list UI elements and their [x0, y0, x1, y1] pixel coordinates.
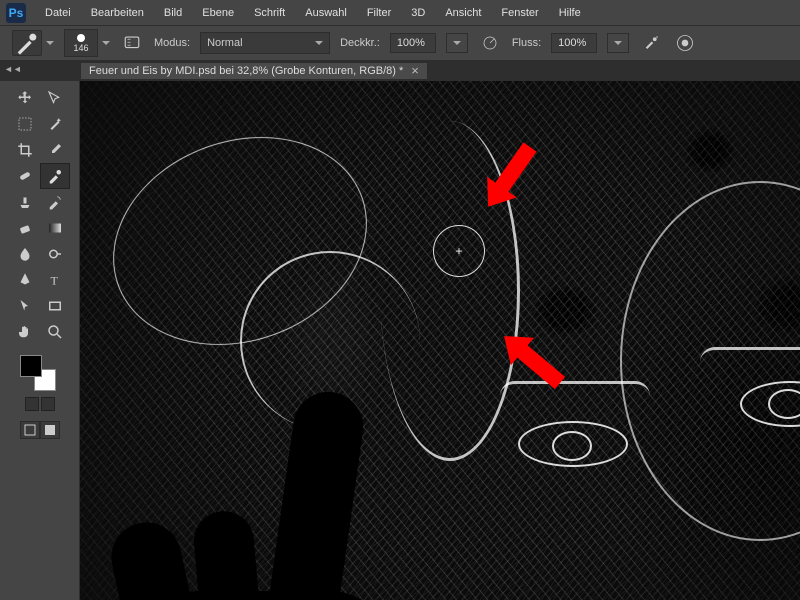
chevron-down-icon [453, 41, 461, 45]
chevron-down-icon[interactable] [102, 41, 110, 45]
blend-mode-dropdown[interactable]: Normal [200, 32, 330, 54]
document-tab-title: Feuer und Eis by MDI.psd bei 32,8% (Grob… [89, 65, 403, 77]
menu-auswahl[interactable]: Auswahl [296, 4, 356, 22]
opacity-field[interactable]: 100% [390, 33, 436, 53]
menu-datei[interactable]: Datei [36, 4, 80, 22]
svg-text:T: T [50, 274, 58, 288]
flow-value: 100% [558, 37, 586, 49]
crop-tool[interactable] [10, 137, 40, 163]
swap-colors-icon[interactable] [41, 397, 55, 411]
history-brush-tool[interactable] [40, 189, 70, 215]
brow-right [700, 347, 800, 377]
menu-ebene[interactable]: Ebene [193, 4, 243, 22]
hand-tool[interactable] [10, 319, 40, 345]
healing-brush-tool[interactable] [10, 163, 40, 189]
document-tab-bar: ◄◄ Feuer und Eis by MDI.psd bei 32,8% (G… [0, 61, 800, 81]
menu-fenster[interactable]: Fenster [492, 4, 547, 22]
chevron-down-icon [614, 41, 622, 45]
menu-ansicht[interactable]: Ansicht [436, 4, 490, 22]
eyedropper-tool[interactable] [40, 137, 70, 163]
move-tool[interactable] [10, 85, 40, 111]
screenmode-icon[interactable] [40, 421, 60, 439]
quickmask-icon[interactable] [20, 421, 40, 439]
chevron-down-icon [315, 41, 323, 45]
opacity-label: Deckkr.: [340, 37, 380, 49]
brush-size-value: 146 [73, 43, 88, 53]
blur-tool[interactable] [10, 241, 40, 267]
color-swatches[interactable] [18, 353, 62, 393]
pressure-opacity-icon[interactable] [478, 31, 502, 55]
path-selection-tool[interactable] [10, 293, 40, 319]
app-logo: Ps [6, 3, 26, 23]
eraser-tool[interactable] [10, 215, 40, 241]
menu-filter[interactable]: Filter [358, 4, 400, 22]
artboard-tool[interactable] [40, 85, 70, 111]
default-colors-icon[interactable] [25, 397, 39, 411]
brush-size-picker[interactable]: 146 [64, 29, 98, 57]
tools-panel: T [0, 81, 80, 600]
magic-wand-tool[interactable] [40, 111, 70, 137]
opacity-value: 100% [397, 37, 425, 49]
dodge-tool[interactable] [40, 241, 70, 267]
document-canvas[interactable] [80, 81, 800, 600]
opacity-dropdown-button[interactable] [446, 33, 468, 53]
iris-left [552, 431, 592, 461]
zoom-tool[interactable] [40, 319, 70, 345]
chevron-down-icon[interactable] [46, 41, 54, 45]
close-tab-button[interactable]: × [411, 66, 419, 76]
clone-stamp-tool[interactable] [10, 189, 40, 215]
type-tool[interactable]: T [40, 267, 70, 293]
pen-tool[interactable] [10, 267, 40, 293]
document-tab[interactable]: Feuer und Eis by MDI.psd bei 32,8% (Grob… [80, 62, 428, 80]
airbrush-icon[interactable] [639, 31, 663, 55]
menu-hilfe[interactable]: Hilfe [550, 4, 590, 22]
current-tool-preset[interactable] [12, 30, 42, 56]
brow-left [500, 381, 650, 411]
marquee-tool[interactable] [10, 111, 40, 137]
menu-3d[interactable]: 3D [402, 4, 434, 22]
collapse-panel-icon[interactable]: ◄◄ [4, 64, 22, 74]
brush-tool[interactable] [40, 163, 70, 189]
flow-dropdown-button[interactable] [607, 33, 629, 53]
menu-bild[interactable]: Bild [155, 4, 191, 22]
pressure-size-icon[interactable] [673, 31, 697, 55]
menubar: Ps Datei Bearbeiten Bild Ebene Schrift A… [0, 0, 800, 25]
gradient-tool[interactable] [40, 215, 70, 241]
options-bar: 146 Modus: Normal Deckkr.: 100% Fluss: 1… [0, 25, 800, 61]
foreground-color-swatch[interactable] [20, 355, 42, 377]
blend-mode-value: Normal [207, 37, 242, 49]
flow-label: Fluss: [512, 37, 541, 49]
iris-right [768, 389, 800, 419]
modus-label: Modus: [154, 37, 190, 49]
brush-panel-toggle-icon[interactable] [120, 31, 144, 55]
rectangle-tool[interactable] [40, 293, 70, 319]
menu-schrift[interactable]: Schrift [245, 4, 294, 22]
brush-preview-icon [77, 34, 85, 42]
flow-field[interactable]: 100% [551, 33, 597, 53]
screen-mode-bar [20, 421, 60, 439]
menu-bearbeiten[interactable]: Bearbeiten [82, 4, 153, 22]
swatch-reset-swap [25, 397, 55, 411]
